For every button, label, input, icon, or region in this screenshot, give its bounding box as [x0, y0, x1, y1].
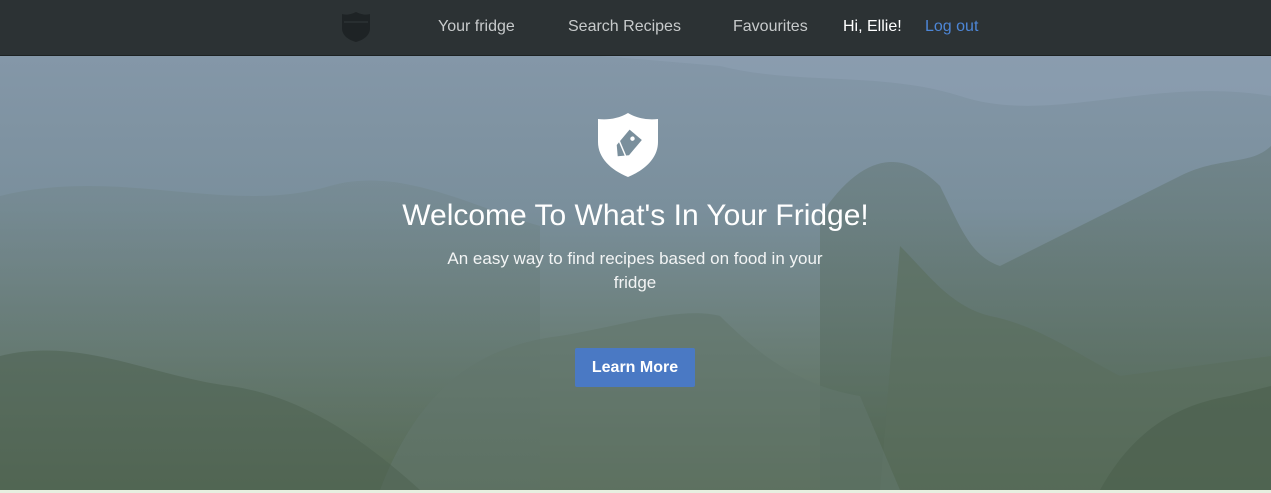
nav-link-your-fridge[interactable]: Your fridge	[438, 17, 515, 37]
user-greeting: Hi, Ellie!	[843, 18, 902, 35]
hero-banner: Welcome To What's In Your Fridge! An eas…	[0, 56, 1271, 490]
logout-link[interactable]: Log out	[925, 17, 978, 37]
hero-subtitle: An easy way to find recipes based on foo…	[447, 249, 823, 292]
nav-link-search-recipes[interactable]: Search Recipes	[568, 17, 681, 37]
top-navbar: Your fridge Search Recipes Favourites Hi…	[0, 0, 1271, 56]
hero-title: Welcome To What's In Your Fridge!	[402, 199, 869, 232]
nav-link-favourites[interactable]: Favourites	[733, 17, 808, 37]
tag-shield-icon	[598, 113, 658, 177]
shield-icon[interactable]	[341, 11, 371, 43]
learn-more-button[interactable]: Learn More	[575, 348, 695, 387]
